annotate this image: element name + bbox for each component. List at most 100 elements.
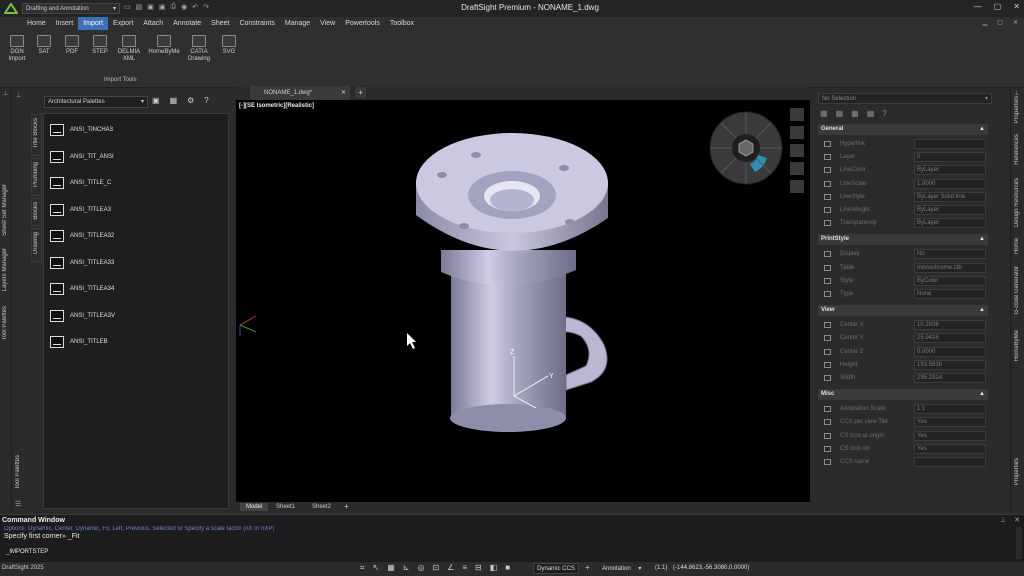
- palette-item[interactable]: ANSI_TIT_ANSI: [50, 147, 114, 167]
- sheet-tab-model[interactable]: Model: [240, 503, 269, 511]
- cursor-icon[interactable]: ↖: [373, 563, 380, 573]
- property-value[interactable]: ByColor: [914, 275, 986, 286]
- select-objects-icon[interactable]: ▦: [820, 109, 828, 118]
- property-value[interactable]: 10.2836: [914, 320, 986, 331]
- property-value[interactable]: 295.2914: [914, 373, 986, 383]
- preview-icon[interactable]: ◉: [181, 3, 187, 14]
- etrack-icon[interactable]: ∠: [447, 563, 454, 573]
- add-sheet-icon[interactable]: +: [344, 502, 349, 511]
- ortho-icon[interactable]: ⊾: [403, 563, 410, 573]
- dock-tab-homebyme[interactable]: HomeByMe: [1014, 330, 1020, 361]
- ribbon-restore-icon[interactable]: ▢: [997, 19, 1003, 26]
- dock-tab-gcode-generator[interactable]: G-code Generator: [1014, 266, 1020, 314]
- palette-tab-blocks[interactable]: Blocks: [31, 198, 42, 226]
- property-value[interactable]: 25.9416: [914, 333, 986, 344]
- save-as-icon[interactable]: ▣: [159, 3, 166, 14]
- close-icon[interactable]: ✕: [1013, 2, 1020, 11]
- property-value[interactable]: 193.5836: [914, 359, 986, 370]
- stop-icon[interactable]: ■: [505, 563, 510, 573]
- property-value[interactable]: monochrome.ctb: [914, 262, 986, 273]
- palette-item[interactable]: ANSI_TITLEA3V: [50, 306, 115, 326]
- minimize-icon[interactable]: —: [974, 2, 982, 11]
- property-value[interactable]: Yes: [914, 430, 986, 441]
- section-printstyle[interactable]: PrintStyle ▲: [818, 234, 988, 246]
- annotation-dropdown[interactable]: Annotation ▾: [602, 565, 641, 572]
- palette-item[interactable]: ANSI_TITLEA3: [50, 200, 111, 220]
- menu-export[interactable]: Export: [108, 17, 138, 30]
- undo-icon[interactable]: ↶: [192, 3, 198, 14]
- collapse-icon[interactable]: ▲: [979, 124, 985, 135]
- document-tab[interactable]: NONAME_1.dwg* ✕: [250, 86, 350, 100]
- menu-constraints[interactable]: Constraints: [234, 17, 279, 30]
- property-value[interactable]: ByLayer: [914, 205, 986, 215]
- palette-item[interactable]: ANSI_TITLEB: [50, 332, 108, 352]
- property-value[interactable]: 0: [914, 152, 986, 163]
- polar-icon[interactable]: ◎: [417, 563, 424, 573]
- quick-select-icon[interactable]: ▦: [836, 109, 844, 118]
- property-value[interactable]: [914, 139, 986, 149]
- palette-dropdown[interactable]: Architectural Palettes ▾: [44, 96, 148, 108]
- palette-pin-icon[interactable]: ⊥: [16, 92, 21, 99]
- menu-toolbox[interactable]: Toolbox: [385, 17, 419, 30]
- menu-attach[interactable]: Attach: [138, 17, 168, 30]
- palette-tab-drawing[interactable]: Drawing: [31, 228, 42, 262]
- help-icon[interactable]: ?: [204, 96, 208, 105]
- pin-icon[interactable]: ⊥: [3, 90, 8, 97]
- menu-insert[interactable]: Insert: [51, 17, 79, 30]
- dock-tab-references[interactable]: References: [1014, 134, 1020, 165]
- save-palette-icon[interactable]: ▣: [152, 96, 160, 105]
- lineweight-icon[interactable]: ≡: [462, 563, 467, 573]
- view-options-icon[interactable]: ▦: [170, 96, 178, 105]
- zoom-icon[interactable]: [790, 144, 804, 157]
- section-misc[interactable]: Misc ▲: [818, 389, 988, 401]
- palette-tab-plumbing[interactable]: Plumbing: [31, 158, 42, 196]
- menu-import[interactable]: Import: [78, 17, 109, 30]
- dynamic-ccs-button[interactable]: Dynamic CCS: [533, 563, 579, 574]
- palette-item[interactable]: ANSI_TITLEA32: [50, 226, 114, 246]
- dock-tab-design-resources[interactable]: Design Resources: [1014, 178, 1020, 227]
- palette-item[interactable]: ANSI_TITLEA34: [50, 279, 114, 299]
- section-general[interactable]: General ▲: [818, 124, 988, 135]
- open-icon[interactable]: ▤: [136, 3, 143, 14]
- properties-help-icon[interactable]: ?: [882, 109, 886, 118]
- redo-icon[interactable]: ↷: [203, 3, 209, 14]
- look-icon[interactable]: [790, 180, 804, 193]
- collapse-icon[interactable]: ▲: [979, 305, 985, 316]
- ribbon-button-pdf[interactable]: PDF: [59, 33, 85, 56]
- grid-icon[interactable]: ▦: [387, 563, 395, 573]
- dock-tab-tool-palettes-bottom[interactable]: Tool Palettes: [15, 455, 21, 489]
- selection-dropdown[interactable]: No Selection ▾: [818, 93, 992, 104]
- maximize-icon[interactable]: ▢: [994, 2, 1002, 11]
- model-icon[interactable]: ◧: [490, 563, 498, 573]
- ribbon-button-catia[interactable]: CATIA Drawing: [186, 33, 212, 63]
- ribbon-button-dgn[interactable]: DGN Import: [4, 33, 30, 63]
- ribbon-minimize-icon[interactable]: ▁: [983, 19, 988, 26]
- drawing-viewport[interactable]: [-][SE Isometric][Realistic] Z Y: [236, 100, 810, 502]
- ribbon-button-step[interactable]: STEP: [87, 33, 113, 56]
- home-view-icon[interactable]: [790, 108, 804, 121]
- add-icon[interactable]: +: [585, 563, 590, 572]
- esnap-icon[interactable]: ⊡: [432, 563, 439, 573]
- property-value[interactable]: None: [914, 289, 986, 299]
- property-value[interactable]: Yes: [914, 443, 986, 454]
- workspace-dropdown[interactable]: Drafting and Annotation ▾: [22, 3, 120, 14]
- property-value[interactable]: 0.0000: [914, 346, 986, 357]
- dock-tab-tool-palettes[interactable]: Tool Palettes: [2, 306, 8, 340]
- property-value[interactable]: ByLayer Solid line: [914, 191, 986, 202]
- palette-properties-icon[interactable]: ☰: [15, 500, 21, 508]
- command-scrollbar[interactable]: [1016, 527, 1022, 559]
- view-cube[interactable]: [706, 108, 786, 188]
- property-value[interactable]: [914, 457, 986, 467]
- property-value[interactable]: ByLayer: [914, 218, 986, 229]
- command-input[interactable]: _IMPORTSTEP: [0, 549, 1010, 560]
- palette-item[interactable]: ANSI_TITLE_C: [50, 173, 111, 193]
- palette-item[interactable]: ANSI_TINCHA3: [50, 120, 113, 140]
- palette-item[interactable]: ANSI_TITLEA33: [50, 253, 114, 273]
- property-value[interactable]: 1.0000: [914, 178, 986, 189]
- dock-tab-properties-bottom[interactable]: Properties: [1014, 458, 1020, 485]
- save-icon[interactable]: ▣: [147, 3, 154, 14]
- command-pin-icon[interactable]: ⊥: [1000, 516, 1006, 524]
- snap-icon[interactable]: ⌗: [360, 563, 365, 573]
- ribbon-button-homebyme[interactable]: HomeByMe: [146, 33, 182, 56]
- menu-home[interactable]: Home: [22, 17, 51, 30]
